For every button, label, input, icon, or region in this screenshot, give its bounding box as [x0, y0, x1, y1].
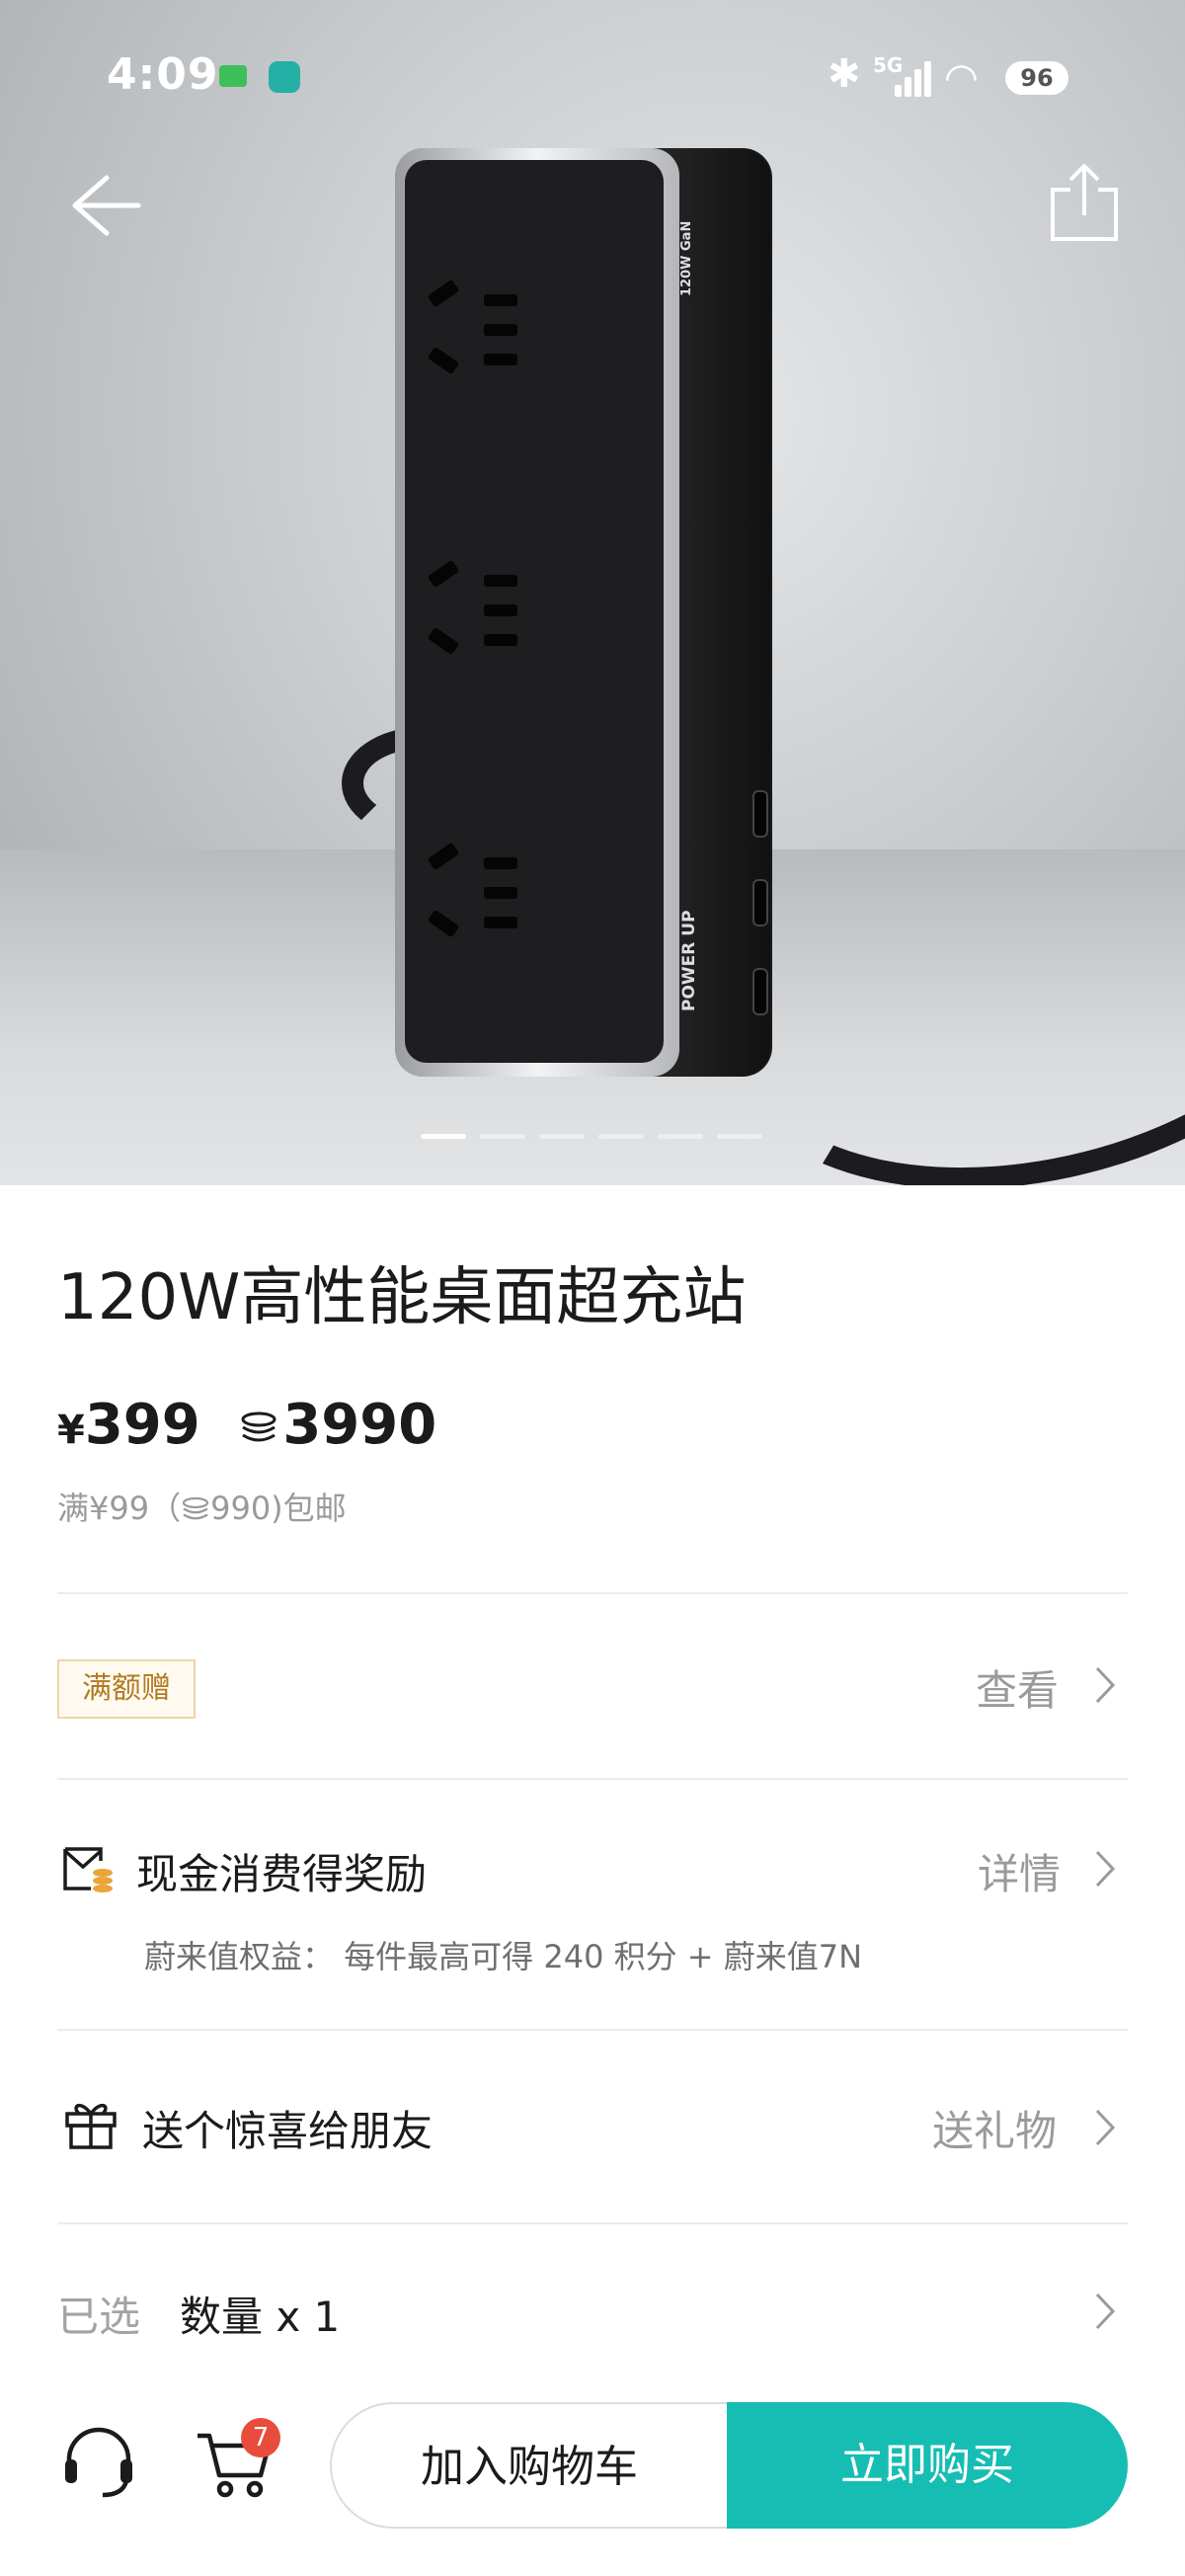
- coin-price-value: 3990: [282, 1393, 437, 1457]
- price-row: ¥399 3990: [57, 1393, 436, 1472]
- divider: [57, 2029, 1128, 2031]
- status-time: 4:09: [107, 49, 219, 100]
- product-image-carousel[interactable]: 120W GaN POWER UP 4:09 ✱ 5G ◠ 96: [0, 0, 1185, 1185]
- selection-label: 已选: [57, 2293, 141, 2341]
- selection-value: 数量 x 1: [180, 2293, 341, 2341]
- socket-3: [419, 838, 527, 956]
- divider: [57, 2222, 1128, 2224]
- buy-now-button[interactable]: 立即购买: [727, 2402, 1128, 2529]
- chevron-right-icon: [1095, 2293, 1116, 2330]
- usb-c-port: [752, 879, 768, 926]
- send-gift-link[interactable]: 送礼物: [932, 2098, 1057, 2158]
- carousel-dot: [658, 1134, 703, 1139]
- carousel-dot: [598, 1134, 644, 1139]
- strip-spec-label: 120W GaN: [679, 220, 694, 296]
- usb-c-port: [752, 968, 768, 1015]
- chevron-right-icon: [1095, 1850, 1116, 1888]
- price-currency: ¥: [57, 1408, 85, 1453]
- shipping-note: 满¥99（ 990)包邮: [57, 1484, 347, 1529]
- status-bar: 4:09 ✱ 5G ◠ 96: [0, 0, 1185, 158]
- chevron-right-icon: [1095, 1666, 1116, 1704]
- carousel-dot: [539, 1134, 585, 1139]
- price-value: 399: [84, 1393, 200, 1457]
- reward-subtitle: 蔚来值权益： 每件最高可得 240 积分 + 蔚来值7N: [144, 1938, 863, 1975]
- reward-title: 现金消费得奖励: [136, 1850, 428, 1898]
- carousel-dot-active: [421, 1134, 466, 1139]
- divider: [57, 1592, 1128, 1594]
- add-to-cart-button[interactable]: 加入购物车: [330, 2402, 727, 2529]
- app-notification-icon: [269, 61, 300, 93]
- socket-1: [419, 275, 527, 393]
- gift-title: 送个惊喜给朋友: [142, 2107, 434, 2155]
- message-notification-icon: [219, 65, 247, 87]
- carousel-indicator: [421, 1134, 766, 1140]
- carousel-dot: [480, 1134, 525, 1139]
- reward-detail-link[interactable]: 详情: [978, 1841, 1061, 1901]
- shipping-note-text: 满¥99（: [57, 1489, 182, 1527]
- usb-c-port: [752, 790, 768, 838]
- socket-2: [419, 555, 527, 674]
- wifi-icon: ◠: [944, 55, 979, 101]
- promo-view-link[interactable]: 查看: [976, 1657, 1059, 1718]
- strip-brand-label: POWER UP: [679, 910, 699, 1011]
- battery-icon: 96: [1005, 61, 1068, 95]
- promo-badge: 满额赠: [57, 1659, 196, 1719]
- headset-icon[interactable]: [57, 2420, 140, 2503]
- back-arrow-icon[interactable]: [63, 166, 142, 245]
- bluetooth-icon: ✱: [828, 51, 861, 97]
- gift-box-icon: [65, 2103, 117, 2149]
- signal-icon: [895, 61, 934, 97]
- chevron-right-icon: [1095, 2109, 1116, 2146]
- coin-icon: [182, 1496, 209, 1520]
- product-title: 120W高性能桌面超充站: [57, 1261, 747, 1334]
- wallet-coin-icon: [63, 1847, 113, 1892]
- share-icon[interactable]: [1047, 160, 1122, 243]
- shipping-coin-text: 990)包邮: [210, 1489, 347, 1527]
- divider: [57, 1778, 1128, 1780]
- carousel-dot: [717, 1134, 762, 1139]
- cart-count-badge: 7: [241, 2418, 280, 2457]
- coin-icon: [241, 1411, 276, 1442]
